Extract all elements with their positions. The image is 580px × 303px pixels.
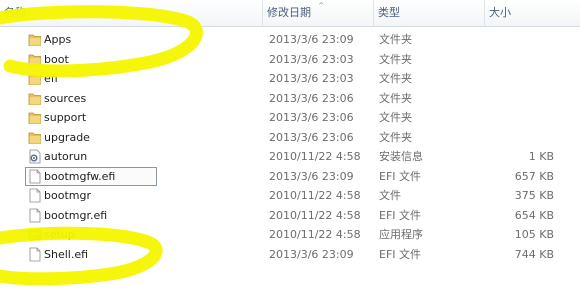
file-row[interactable]: upgrade 2013/3/6 23:06 文件夹 — [0, 128, 580, 147]
column-header-bar: 名称 ^ 修改日期 类型 大小 — [0, 0, 580, 27]
file-date: 2010/11/22 4:58 — [269, 228, 361, 241]
column-header-name[interactable]: 名称 — [0, 0, 262, 26]
column-header-name-label: 名称 — [4, 6, 26, 19]
file-type: EFI 文件 — [379, 208, 422, 222]
file-row[interactable]: boot 2013/3/6 23:03 文件夹 — [0, 50, 580, 69]
file-name: bootmgfw.efi — [44, 169, 116, 183]
file-size: 654 KB — [514, 208, 554, 222]
file-date: 2013/3/6 23:09 — [269, 247, 354, 261]
file-date: 2010/11/22 4:58 — [269, 150, 361, 163]
file-size: 744 KB — [514, 247, 554, 261]
file-name: upgrade — [44, 130, 90, 144]
file-date: 2013/3/6 23:06 — [269, 130, 354, 144]
file-icon — [29, 188, 41, 203]
file-type: 文件夹 — [379, 130, 412, 144]
file-icon — [29, 208, 41, 222]
file-row[interactable]: setup 2010/11/22 4:58 应用程序 105 KB — [0, 225, 580, 244]
file-row[interactable]: autorun 2010/11/22 4:58 安装信息 1 KB — [0, 147, 580, 166]
file-type: 文件夹 — [379, 111, 412, 124]
column-header-type-label: 类型 — [378, 6, 400, 19]
file-icon — [29, 169, 41, 183]
file-name: sources — [44, 91, 87, 105]
file-row[interactable]: efi 2013/3/6 23:03 文件夹 — [0, 69, 580, 88]
file-date: 2010/11/22 4:58 — [269, 208, 361, 222]
file-date: 2013/3/6 23:06 — [269, 91, 354, 105]
file-type: 文件夹 — [379, 33, 412, 46]
file-row[interactable]: bootmgr 2010/11/22 4:58 文件 375 KB — [0, 186, 580, 205]
file-date: 2013/3/6 23:09 — [269, 33, 354, 46]
file-name: efi — [44, 72, 58, 85]
file-name: boot — [44, 52, 69, 66]
folder-icon — [28, 132, 41, 144]
file-name: bootmgr — [44, 189, 91, 202]
file-name: bootmgr.efi — [44, 208, 108, 222]
file-size: 1 KB — [528, 150, 554, 163]
file-row[interactable]: Shell.efi 2013/3/6 23:09 EFI 文件 744 KB — [0, 245, 580, 264]
file-name: Shell.efi — [44, 247, 89, 261]
folder-icon — [28, 73, 41, 85]
file-type: 应用程序 — [379, 228, 423, 241]
file-type: 文件夹 — [379, 52, 412, 66]
file-type: 文件 — [379, 189, 401, 202]
file-size: 657 KB — [514, 169, 554, 183]
settings-file-icon — [29, 149, 41, 164]
file-date: 2013/3/6 23:06 — [269, 111, 354, 124]
folder-icon — [28, 93, 41, 105]
column-header-date-label: 修改日期 — [267, 6, 311, 19]
file-name: support — [44, 111, 87, 124]
file-type: 安装信息 — [379, 150, 423, 163]
file-name: autorun — [44, 150, 88, 163]
file-size: 375 KB — [514, 189, 554, 202]
file-icon — [29, 247, 41, 261]
file-date: 2010/11/22 4:58 — [269, 189, 361, 202]
file-row[interactable]: support 2013/3/6 23:06 文件夹 — [0, 108, 580, 127]
folder-icon — [28, 34, 41, 46]
column-header-size-label: 大小 — [489, 6, 511, 19]
folder-icon — [28, 112, 41, 124]
file-name: setup — [44, 228, 75, 241]
column-header-date[interactable]: 修改日期 — [263, 0, 373, 26]
setup-app-icon — [28, 229, 42, 241]
file-row[interactable]: bootmgfw.efi 2013/3/6 23:09 EFI 文件 657 KB — [0, 166, 580, 186]
folder-icon — [28, 54, 41, 66]
column-header-size[interactable]: 大小 — [485, 0, 580, 26]
file-name: Apps — [44, 33, 72, 46]
file-date: 2013/3/6 23:03 — [269, 52, 354, 66]
file-type: EFI 文件 — [379, 169, 422, 183]
file-date: 2013/3/6 23:03 — [269, 72, 354, 85]
column-header-type[interactable]: 类型 — [374, 0, 484, 26]
file-type: EFI 文件 — [379, 247, 422, 261]
file-row[interactable]: Apps 2013/3/6 23:09 文件夹 — [0, 30, 580, 49]
file-type: 文件夹 — [379, 72, 412, 85]
file-row[interactable]: bootmgr.efi 2010/11/22 4:58 EFI 文件 654 KB — [0, 206, 580, 225]
file-size: 105 KB — [514, 228, 554, 241]
file-row[interactable]: sources 2013/3/6 23:06 文件夹 — [0, 89, 580, 108]
file-type: 文件夹 — [379, 91, 412, 105]
file-date: 2013/3/6 23:09 — [269, 169, 354, 183]
